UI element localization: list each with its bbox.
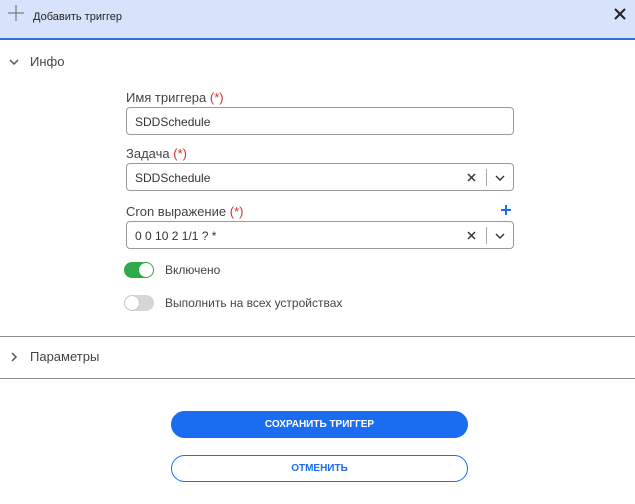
select-separator bbox=[486, 227, 487, 244]
close-icon[interactable] bbox=[613, 7, 627, 21]
trigger-name-label-text: Имя триггера bbox=[126, 90, 207, 105]
task-label: Задача (*) bbox=[126, 146, 187, 161]
trigger-name-value: SDDSchedule bbox=[135, 115, 211, 129]
section-divider bbox=[0, 336, 635, 337]
cron-label-text: Cron выражение bbox=[126, 204, 227, 219]
toggle-knob bbox=[139, 263, 153, 277]
clear-icon[interactable] bbox=[467, 173, 476, 182]
chevron-down-icon[interactable] bbox=[495, 174, 505, 182]
enabled-label: Включено bbox=[165, 263, 221, 277]
section-params-toggle[interactable]: Параметры bbox=[0, 345, 635, 369]
required-mark: (*) bbox=[229, 204, 244, 219]
plus-icon bbox=[8, 5, 24, 21]
section-info-label: Инфо bbox=[30, 54, 65, 69]
cron-select[interactable]: 0 0 10 2 1/1 ? * bbox=[126, 221, 514, 249]
task-label-text: Задача bbox=[126, 146, 170, 161]
trigger-name-label: Имя триггера (*) bbox=[126, 90, 224, 105]
cron-label: Cron выражение (*) bbox=[126, 204, 243, 219]
toggle-knob bbox=[125, 296, 139, 310]
section-info-toggle[interactable]: Инфо bbox=[0, 50, 635, 74]
task-value: SDDSchedule bbox=[135, 171, 211, 185]
section-params-label: Параметры bbox=[30, 349, 100, 364]
task-select[interactable]: SDDSchedule bbox=[126, 163, 514, 191]
add-cron-icon[interactable] bbox=[500, 204, 512, 216]
clear-icon[interactable] bbox=[467, 231, 476, 240]
select-separator bbox=[486, 169, 487, 186]
all-devices-toggle[interactable] bbox=[124, 295, 154, 311]
enabled-toggle[interactable] bbox=[124, 262, 154, 278]
chevron-right-icon bbox=[11, 352, 18, 362]
dialog-title: Добавить триггер bbox=[33, 11, 122, 23]
cron-value: 0 0 10 2 1/1 ? * bbox=[135, 229, 217, 243]
save-trigger-button[interactable]: СОХРАНИТЬ ТРИГГЕР bbox=[171, 411, 468, 438]
cancel-button[interactable]: ОТМЕНИТЬ bbox=[171, 455, 468, 482]
all-devices-label: Выполнить на всех устройствах bbox=[165, 296, 343, 310]
dialog-header: Добавить триггер bbox=[0, 0, 635, 40]
required-mark: (*) bbox=[173, 146, 187, 161]
required-mark: (*) bbox=[209, 90, 224, 105]
chevron-down-icon bbox=[9, 59, 19, 66]
trigger-name-input[interactable]: SDDSchedule bbox=[126, 107, 514, 135]
chevron-down-icon[interactable] bbox=[495, 232, 505, 240]
section-divider bbox=[0, 378, 635, 379]
